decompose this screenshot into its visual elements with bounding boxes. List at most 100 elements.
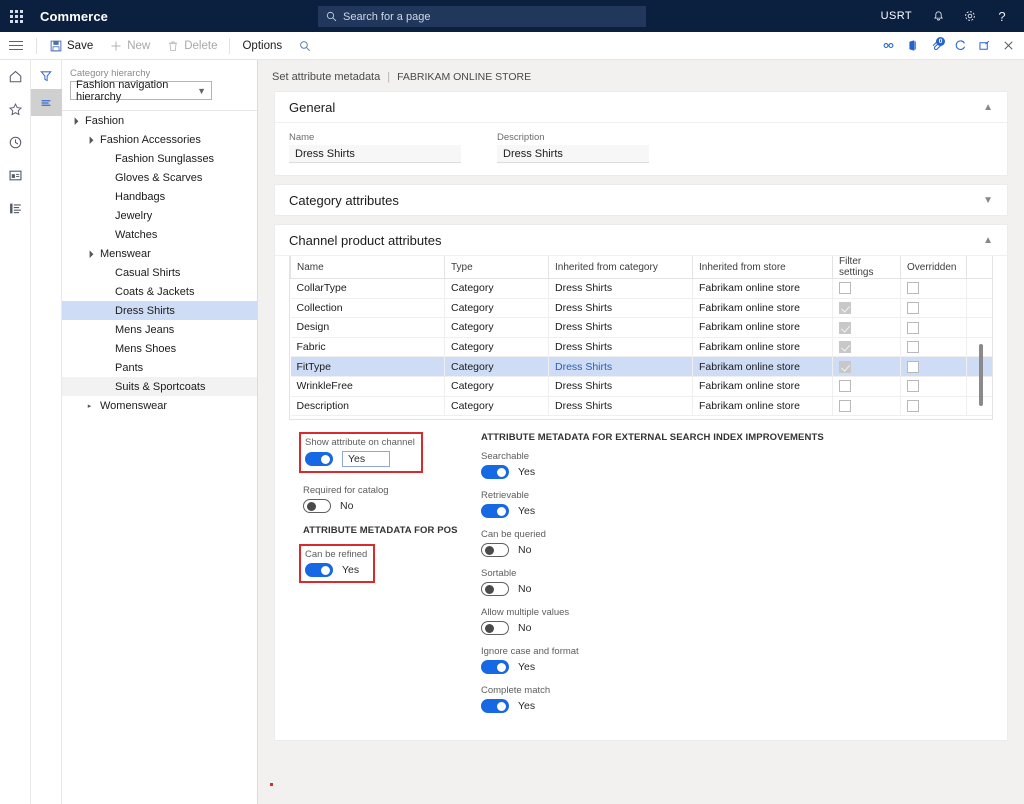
tree-node[interactable]: Pants <box>62 358 257 377</box>
link-icon[interactable] <box>876 32 900 59</box>
refresh-icon[interactable] <box>948 32 972 59</box>
cell-overridden[interactable] <box>901 298 967 318</box>
overridden-checkbox[interactable] <box>907 322 919 334</box>
cell-type[interactable]: Category <box>445 298 549 318</box>
cell-inherited-store[interactable]: Fabrikam online store <box>693 376 833 396</box>
overridden-checkbox[interactable] <box>907 282 919 294</box>
tree-node[interactable]: Jewelry <box>62 206 257 225</box>
table-row[interactable]: CollectionCategoryDress ShirtsFabrikam o… <box>291 298 994 318</box>
chevron-up-icon[interactable]: ▲ <box>983 235 993 246</box>
chevron-up-icon[interactable]: ▲ <box>983 102 993 113</box>
tree-node[interactable]: Fashion Sunglasses <box>62 149 257 168</box>
modules-list-icon[interactable] <box>3 196 27 220</box>
expand-arrow-icon[interactable]: ◢ <box>82 246 97 261</box>
global-search-input[interactable]: Search for a page <box>318 6 646 27</box>
expand-arrow-icon[interactable]: ◢ <box>67 113 82 128</box>
toggle-switch[interactable] <box>481 504 509 518</box>
attachment-icon[interactable]: 0 <box>924 32 948 59</box>
cell-inherited-store[interactable]: Fabrikam online store <box>693 279 833 299</box>
filter-funnel-icon[interactable] <box>31 62 62 89</box>
cell-name[interactable]: Collection <box>291 298 445 318</box>
workspaces-icon[interactable] <box>3 163 27 187</box>
tree-node[interactable]: Watches <box>62 225 257 244</box>
user-initials[interactable]: USRT <box>871 10 922 22</box>
cell-type[interactable]: Category <box>445 318 549 338</box>
tree-node[interactable]: Casual Shirts <box>62 263 257 282</box>
table-row[interactable]: DesignCategoryDress ShirtsFabrikam onlin… <box>291 318 994 338</box>
cell-filter-settings[interactable] <box>833 318 901 338</box>
tree-node[interactable]: Coats & Jackets <box>62 282 257 301</box>
cell-overridden[interactable] <box>901 318 967 338</box>
options-button[interactable]: Options <box>234 32 290 59</box>
cell-inherited-store[interactable]: Fabrikam online store <box>693 318 833 338</box>
cell-type[interactable]: Category <box>445 337 549 357</box>
toggle-switch[interactable] <box>481 582 509 596</box>
cell-filter-settings[interactable] <box>833 279 901 299</box>
bell-icon[interactable] <box>922 0 954 32</box>
cell-overridden[interactable] <box>901 337 967 357</box>
table-row[interactable]: WrinkleFreeCategoryDress ShirtsFabrikam … <box>291 376 994 396</box>
delete-button[interactable]: Delete <box>158 32 225 59</box>
cell-type[interactable]: Category <box>445 279 549 299</box>
waffle-icon[interactable] <box>0 0 32 32</box>
cell-filter-settings[interactable] <box>833 376 901 396</box>
tree-node[interactable]: Mens Shoes <box>62 339 257 358</box>
tree-node[interactable]: ▸Womenswear <box>62 396 257 415</box>
cell-filter-settings[interactable] <box>833 396 901 416</box>
filter-settings-checkbox[interactable] <box>839 361 851 373</box>
table-column-header[interactable]: Inherited from category <box>549 256 693 279</box>
table-row[interactable]: FitTypeCategoryDress ShirtsFabrikam onli… <box>291 357 994 377</box>
tree-node[interactable]: Gloves & Scarves <box>62 168 257 187</box>
required-for-catalog-toggle[interactable] <box>303 499 331 513</box>
filter-settings-checkbox[interactable] <box>839 400 851 412</box>
filter-settings-checkbox[interactable] <box>839 282 851 294</box>
toggle-switch[interactable] <box>481 543 509 557</box>
cell-filter-settings[interactable] <box>833 337 901 357</box>
expand-arrow-icon[interactable]: ◢ <box>82 132 97 147</box>
cell-type[interactable]: Category <box>445 376 549 396</box>
close-icon[interactable] <box>996 32 1020 59</box>
table-column-header[interactable]: Type <box>445 256 549 279</box>
cell-inherited-store[interactable]: Fabrikam online store <box>693 396 833 416</box>
new-button[interactable]: New <box>101 32 158 59</box>
tree-node[interactable]: Dress Shirts <box>62 301 257 320</box>
overridden-checkbox[interactable] <box>907 400 919 412</box>
overridden-checkbox[interactable] <box>907 302 919 314</box>
hamburger-icon[interactable] <box>0 32 32 59</box>
cell-inherited-category[interactable]: Dress Shirts <box>549 318 693 338</box>
can-be-refined-toggle[interactable] <box>305 563 333 577</box>
cell-inherited-category[interactable]: Dress Shirts <box>549 396 693 416</box>
table-column-header[interactable]: Inherited from store <box>693 256 833 279</box>
command-search-button[interactable] <box>290 32 319 59</box>
gear-icon[interactable] <box>954 0 986 32</box>
table-column-header[interactable]: Overridden <box>901 256 967 279</box>
cell-inherited-category[interactable]: Dress Shirts <box>549 337 693 357</box>
tree-node[interactable]: Mens Jeans <box>62 320 257 339</box>
cell-name[interactable]: FitType <box>291 357 445 377</box>
cell-inherited-store[interactable]: Fabrikam online store <box>693 298 833 318</box>
collapse-arrow-icon[interactable]: ▸ <box>83 402 96 410</box>
toggle-switch[interactable] <box>481 621 509 635</box>
tree-node[interactable]: ◢Menswear <box>62 244 257 263</box>
toggle-switch[interactable] <box>481 465 509 479</box>
cell-inherited-store[interactable]: Fabrikam online store <box>693 357 833 377</box>
toggle-switch[interactable] <box>481 699 509 713</box>
filter-settings-checkbox[interactable] <box>839 322 851 334</box>
table-row[interactable]: CollarTypeCategoryDress ShirtsFabrikam o… <box>291 279 994 299</box>
show-attribute-value[interactable]: Yes <box>342 451 390 467</box>
cell-name[interactable]: WrinkleFree <box>291 376 445 396</box>
cell-type[interactable]: Category <box>445 357 549 377</box>
tree-node[interactable]: ◢Fashion Accessories <box>62 130 257 149</box>
cell-overridden[interactable] <box>901 279 967 299</box>
list-lines-icon[interactable] <box>31 89 62 116</box>
cell-type[interactable]: Category <box>445 396 549 416</box>
overridden-checkbox[interactable] <box>907 341 919 353</box>
cell-filter-settings[interactable] <box>833 298 901 318</box>
category-hierarchy-select[interactable]: Fashion navigation hierarchy ▼ <box>70 81 212 100</box>
table-column-header[interactable]: Filter settings <box>833 256 901 279</box>
table-row[interactable]: DescriptionCategoryDress ShirtsFabrikam … <box>291 396 994 416</box>
table-column-header[interactable]: Name <box>291 256 445 279</box>
overridden-checkbox[interactable] <box>907 361 919 373</box>
cell-inherited-category[interactable]: Dress Shirts <box>549 357 693 377</box>
category-attributes-header[interactable]: Category attributes ▼ <box>275 185 1007 215</box>
